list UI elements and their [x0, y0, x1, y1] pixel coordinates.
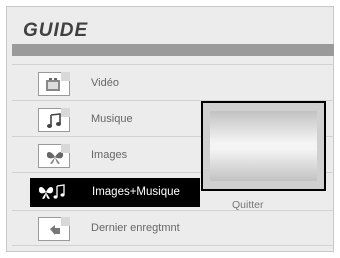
preview-window: [201, 101, 326, 191]
menu-item-label: Vidéo: [91, 77, 119, 89]
butterfly-music-icon: [38, 181, 70, 205]
menu-item-label: Images: [91, 149, 128, 161]
menu-item-label: Musique: [91, 113, 133, 125]
menu-item-images[interactable]: Images: [30, 141, 200, 171]
menu-item-label: Dernier enregtmnt: [91, 222, 180, 234]
butterfly-image-icon: [38, 144, 70, 168]
page-title: GUIDE: [23, 20, 89, 41]
menu-item-images-music[interactable]: Images+Musique: [30, 178, 200, 207]
menu-item-label: Images+Musique: [92, 186, 180, 198]
preview-image: [210, 111, 317, 181]
divider: [12, 210, 334, 211]
quit-button[interactable]: Quitter: [232, 199, 264, 211]
video-file-icon: [38, 72, 70, 96]
last-record-icon: [38, 217, 70, 241]
divider: [12, 64, 334, 65]
title-underline-bar: [12, 44, 334, 56]
menu-item-music[interactable]: Musique: [30, 105, 200, 135]
menu-item-video[interactable]: Vidéo: [30, 69, 200, 99]
menu-item-last-record[interactable]: Dernier enregtmnt: [30, 214, 200, 244]
divider: [12, 245, 334, 246]
music-note-icon: [38, 108, 70, 132]
